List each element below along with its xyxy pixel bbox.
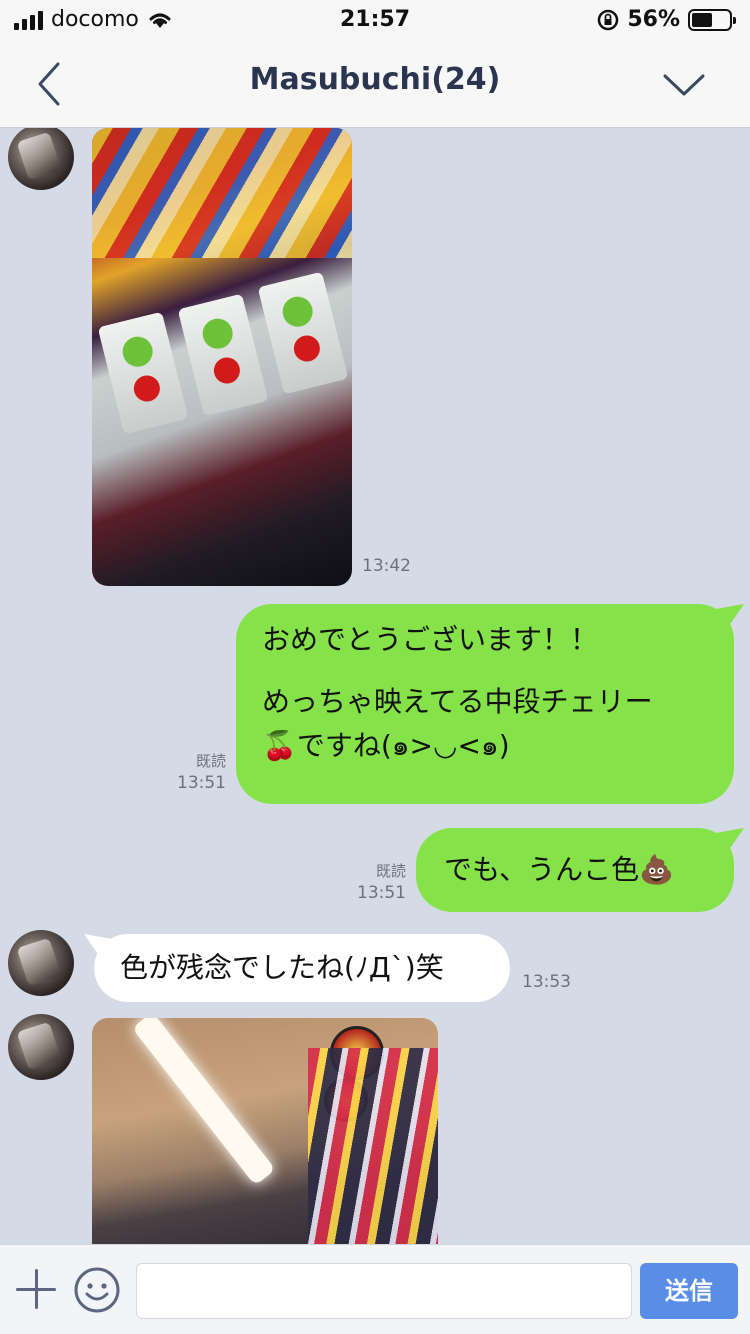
message-time: 13:42 bbox=[362, 556, 411, 576]
message-time: 13:51 bbox=[177, 773, 226, 793]
avatar[interactable] bbox=[8, 128, 74, 190]
message-input[interactable] bbox=[136, 1263, 632, 1319]
message-input-bar: 送信 bbox=[0, 1244, 750, 1334]
plus-icon[interactable] bbox=[16, 1269, 56, 1309]
incoming-message-bubble[interactable]: 色が残念でしたね(ﾉД`)笑 bbox=[94, 934, 510, 1002]
message-text: おめでとうございます！！ bbox=[262, 623, 599, 656]
message-text: 色が残念でしたね(ﾉД`)笑 bbox=[120, 951, 444, 984]
message-time: 13:51 bbox=[357, 883, 406, 903]
chat-title[interactable]: Masubuchi(24) bbox=[0, 62, 750, 97]
message-text: でも、うんこ色💩 bbox=[444, 853, 675, 886]
slot-machine-photo[interactable] bbox=[92, 128, 352, 586]
outgoing-message-bubble[interactable]: おめでとうございます！！ めっちゃ映えてる中段チェリー 🍒ですね(๑>◡<๑) bbox=[236, 604, 734, 804]
rotation-lock-icon bbox=[598, 9, 619, 30]
status-bar: docomo 21:57 56% bbox=[0, 0, 750, 40]
battery-icon bbox=[688, 8, 736, 31]
chevron-down-icon[interactable] bbox=[662, 66, 706, 102]
read-receipt: 既読 13:51 bbox=[350, 860, 406, 904]
chat-header: Masubuchi(24) bbox=[0, 40, 750, 128]
read-receipt: 既読 13:51 bbox=[170, 750, 226, 794]
avatar[interactable] bbox=[8, 1014, 74, 1080]
chat-area[interactable]: 13:42 既読 13:51 おめでとうございます！！ めっちゃ映えてる中段チェ… bbox=[0, 128, 750, 1244]
send-button[interactable]: 送信 bbox=[640, 1263, 738, 1319]
message-text: めっちゃ映えてる中段チェリー 🍒ですね(๑>◡<๑) bbox=[262, 685, 653, 762]
read-label: 既読 bbox=[195, 752, 226, 770]
smiley-icon[interactable] bbox=[74, 1267, 120, 1313]
status-right: 56% bbox=[597, 7, 736, 32]
avatar[interactable] bbox=[8, 930, 74, 996]
read-label: 既読 bbox=[375, 862, 406, 880]
message-time: 13:53 bbox=[522, 972, 571, 992]
pachinko-hall-photo[interactable] bbox=[92, 1018, 438, 1244]
outgoing-message-bubble[interactable]: でも、うんこ色💩 bbox=[416, 828, 734, 912]
battery-percent: 56% bbox=[627, 7, 680, 32]
